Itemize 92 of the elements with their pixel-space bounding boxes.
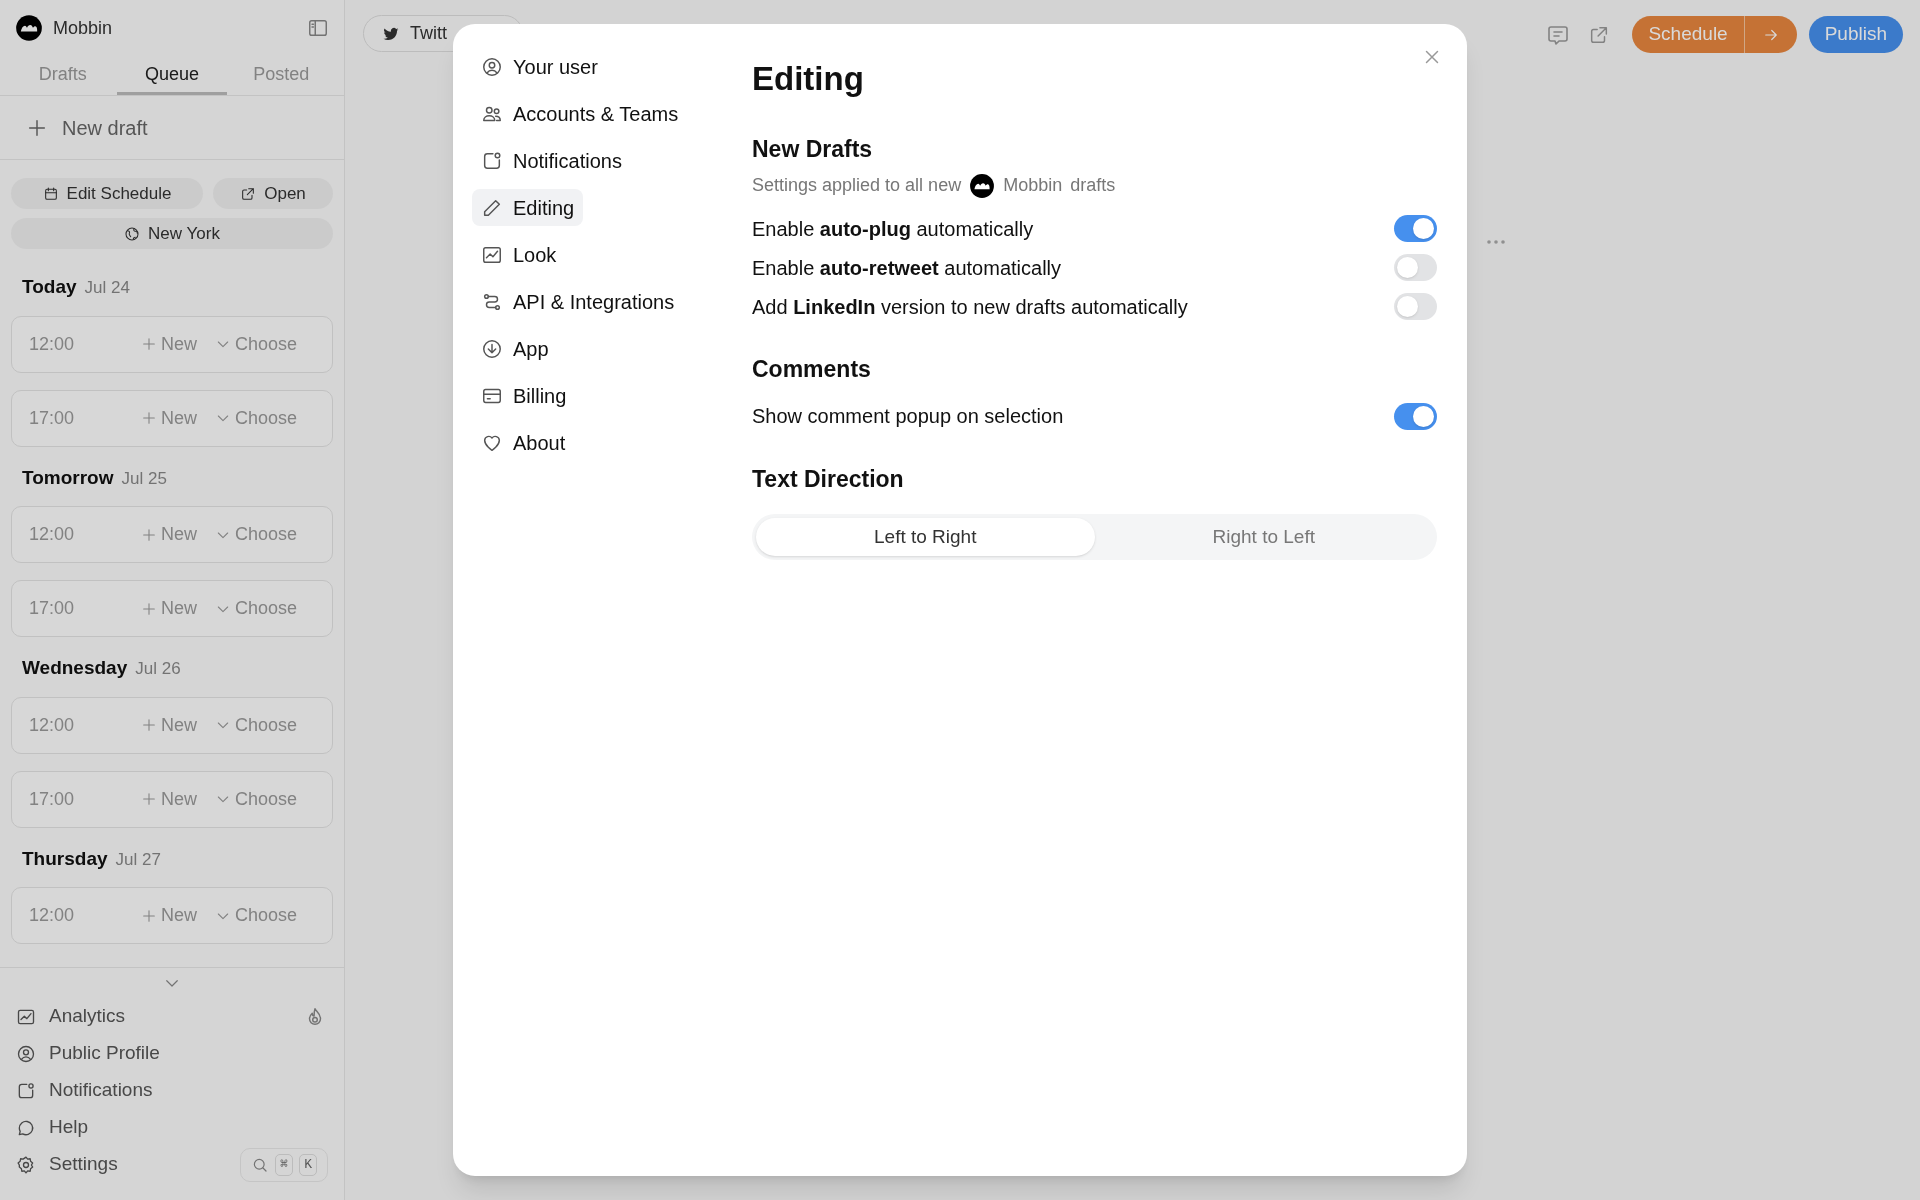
plus-icon [141, 600, 157, 617]
settings-nav-item[interactable]: Editing [472, 189, 584, 226]
settings-nav-item[interactable]: Look [472, 236, 566, 273]
timezone-button[interactable]: New York [11, 218, 333, 249]
section-description: Settings applied to all new [752, 174, 962, 197]
section-title: Comments [752, 355, 872, 384]
menu-item[interactable]: Notifications [16, 1076, 153, 1105]
brand-name: Mobbin [53, 16, 114, 40]
plus-icon [141, 410, 157, 426]
toggle-switch[interactable] [1394, 402, 1437, 430]
setting-label: Show comment popup on selection [752, 404, 1065, 429]
notification-icon [481, 149, 503, 172]
choose-dropdown[interactable]: Choose [215, 902, 298, 929]
settings-icon [16, 1154, 36, 1175]
schedule-button[interactable]: Open [213, 178, 333, 209]
globe-icon [124, 225, 141, 242]
settings-nav-item[interactable]: About [472, 424, 575, 461]
more-icon[interactable] [1487, 240, 1505, 244]
choose-dropdown[interactable]: Choose [215, 404, 298, 432]
slot-time: 17:00 [29, 406, 76, 430]
external-link-icon [240, 185, 257, 202]
choose-dropdown[interactable]: Choose [215, 595, 298, 622]
settings-nav-item[interactable]: Notifications [472, 142, 631, 179]
new-post-button[interactable]: New [141, 330, 197, 358]
schedule-button[interactable]: Edit Schedule [11, 178, 203, 209]
choose-dropdown[interactable]: Choose [215, 711, 298, 739]
settings-nav-item[interactable]: Billing [472, 377, 576, 414]
plus-icon [141, 907, 157, 924]
new-post-button[interactable]: New [141, 902, 197, 929]
new-post-button[interactable]: New [141, 711, 197, 739]
publish-button[interactable]: Publish [1808, 16, 1903, 53]
schedule-options-button[interactable] [1744, 16, 1797, 53]
day-label: Thursday [22, 846, 108, 871]
day-label: Today [22, 275, 77, 299]
settings-nav-item[interactable]: API & Integrations [472, 283, 684, 320]
day-date: Jul 25 [121, 467, 167, 490]
section-title: New Drafts [752, 134, 874, 164]
toggle-switch[interactable] [1394, 293, 1437, 320]
section-description: drafts [1070, 174, 1116, 197]
menu-item[interactable]: Analytics [16, 1002, 126, 1031]
day-date: Jul 27 [115, 848, 161, 871]
menu-item[interactable]: Public Profile [16, 1039, 160, 1068]
sidebar-icon [307, 17, 329, 39]
slot-time: 17:00 [29, 787, 76, 811]
notification-icon [16, 1080, 36, 1101]
choose-dropdown[interactable]: Choose [215, 521, 298, 548]
direction-option[interactable]: Right to Left [1094, 518, 1433, 556]
user-circle-icon [16, 1043, 36, 1064]
day-date: Jul 26 [135, 658, 181, 680]
logo-icon [969, 172, 996, 199]
slot-time: 12:00 [29, 713, 76, 737]
shortcut-key: K [299, 1153, 317, 1176]
new-draft-button[interactable]: New draft [26, 112, 148, 143]
command-search-button[interactable]: ⌘ K [240, 1147, 328, 1182]
new-post-button[interactable]: New [141, 595, 197, 622]
new-post-button[interactable]: New [141, 521, 197, 548]
shortcut-key: ⌘ [275, 1153, 294, 1176]
section-title: Text Direction [752, 464, 905, 494]
workspace-name: Mobbin [1003, 174, 1063, 197]
plus-icon [141, 791, 157, 807]
slot-time: 12:00 [29, 523, 76, 546]
choose-dropdown[interactable]: Choose [215, 785, 298, 813]
plus-icon [141, 717, 157, 733]
settings-nav-item[interactable]: App [472, 330, 558, 367]
slot-time: 12:00 [29, 332, 76, 356]
menu-item[interactable]: Settings [16, 1150, 118, 1179]
user-circle-icon [481, 55, 503, 78]
plus-icon [141, 336, 157, 352]
setting-label: Enable auto-plug automatically [752, 216, 1035, 242]
new-post-button[interactable]: New [141, 404, 197, 432]
day-label: Wednesday [22, 656, 128, 680]
calendar-icon [42, 185, 59, 202]
sidebar-toggle-button[interactable] [307, 17, 329, 39]
day-date: Jul 24 [84, 277, 130, 299]
toggle-switch[interactable] [1394, 215, 1437, 242]
plus-icon [141, 526, 157, 543]
slot-time: 12:00 [29, 904, 76, 927]
download-icon [481, 337, 503, 360]
choose-dropdown[interactable]: Choose [215, 330, 298, 358]
tab[interactable]: Queue [117, 56, 227, 95]
logo-icon [15, 14, 43, 42]
setting-label: Enable auto-retweet automatically [752, 255, 1063, 281]
tab[interactable]: Drafts [8, 56, 118, 95]
menu-item[interactable]: Help [16, 1113, 89, 1142]
day-label: Tomorrow [22, 465, 114, 490]
setting-label: Add LinkedIn version to new drafts automatically [752, 294, 1189, 320]
direction-option[interactable]: Left to Right [756, 518, 1095, 556]
slot-time: 17:00 [29, 597, 76, 620]
settings-title: Editing [752, 59, 865, 99]
toggle-switch[interactable] [1394, 254, 1437, 281]
new-post-button[interactable]: New [141, 785, 197, 813]
settings-nav-item[interactable]: Accounts & Teams [472, 95, 688, 132]
